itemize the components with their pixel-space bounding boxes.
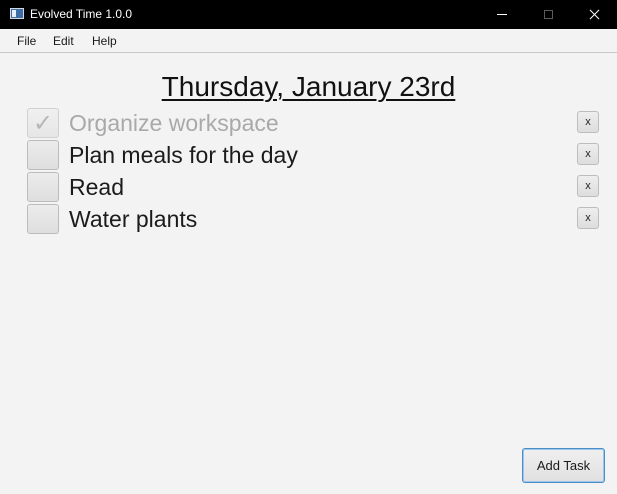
- window-title: Evolved Time 1.0.0: [30, 7, 133, 21]
- task-row: Water plants x: [27, 204, 601, 234]
- task-label: Organize workspace: [69, 110, 279, 136]
- task-checkbox[interactable]: [27, 204, 59, 234]
- remove-task-button[interactable]: x: [577, 111, 599, 133]
- task-row: Plan meals for the day x: [27, 140, 601, 170]
- remove-task-button[interactable]: x: [577, 207, 599, 229]
- add-task-button[interactable]: Add Task: [522, 448, 605, 483]
- maximize-icon: [543, 10, 553, 19]
- minimize-icon: [497, 14, 507, 15]
- menu-help[interactable]: Help: [92, 34, 117, 48]
- close-window-button[interactable]: [571, 0, 617, 29]
- task-label: Water plants: [69, 206, 198, 232]
- task-row: ✓ Organize workspace x: [27, 108, 601, 138]
- task-checkbox[interactable]: [27, 140, 59, 170]
- task-row: Read x: [27, 172, 601, 202]
- task-checkbox[interactable]: [27, 172, 59, 202]
- title-bar[interactable]: Evolved Time 1.0.0: [0, 0, 617, 29]
- app-window-icon: [10, 8, 24, 19]
- date-heading: Thursday, January 23rd: [161, 71, 456, 102]
- remove-task-button[interactable]: x: [577, 143, 599, 165]
- task-label: Plan meals for the day: [69, 142, 298, 168]
- app-window: Evolved Time 1.0.0 File Edit Help Thursd…: [0, 0, 617, 494]
- task-label: Read: [69, 174, 124, 200]
- menu-file[interactable]: File: [17, 34, 36, 48]
- menu-bar: File Edit Help: [0, 29, 617, 53]
- remove-task-button[interactable]: x: [577, 175, 599, 197]
- task-checkbox[interactable]: ✓: [27, 108, 59, 138]
- menu-edit[interactable]: Edit: [53, 34, 74, 48]
- close-icon: [589, 9, 600, 20]
- minimize-button[interactable]: [479, 0, 525, 29]
- checkmark-icon: ✓: [32, 109, 54, 137]
- maximize-button[interactable]: [525, 0, 571, 29]
